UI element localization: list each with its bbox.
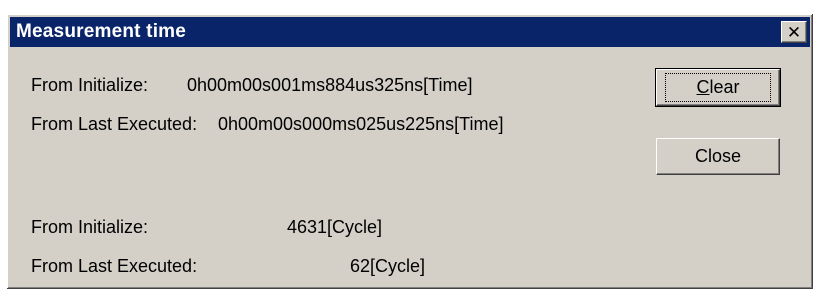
close-button[interactable]: Close xyxy=(656,138,780,175)
dialog-title: Measurement time xyxy=(16,21,187,42)
time-from-initialize-value: 0h00m00s001ms884us325ns[Time] xyxy=(187,75,473,95)
time-from-initialize-label: From Initialize: xyxy=(31,75,149,95)
cycle-from-initialize-value: 4631[Cycle] xyxy=(287,217,383,237)
title-bar[interactable]: Measurement time ✕ xyxy=(10,17,810,47)
measurement-time-dialog: Measurement time ✕ From Initialize: 0h00… xyxy=(7,14,813,289)
time-from-last-executed-value: 0h00m00s000ms025us225ns[Time] xyxy=(218,114,504,134)
time-from-last-executed-label: From Last Executed: xyxy=(31,114,198,134)
cycle-from-last-executed-value: 62[Cycle] xyxy=(350,256,426,276)
close-icon[interactable]: ✕ xyxy=(781,21,807,43)
clear-button-label: Clear xyxy=(665,73,771,102)
cycle-from-last-executed-label: From Last Executed: xyxy=(31,256,198,276)
clear-button[interactable]: Clear xyxy=(655,68,781,107)
close-button-label: Close xyxy=(694,146,742,166)
cycle-from-initialize-label: From Initialize: xyxy=(31,217,149,237)
